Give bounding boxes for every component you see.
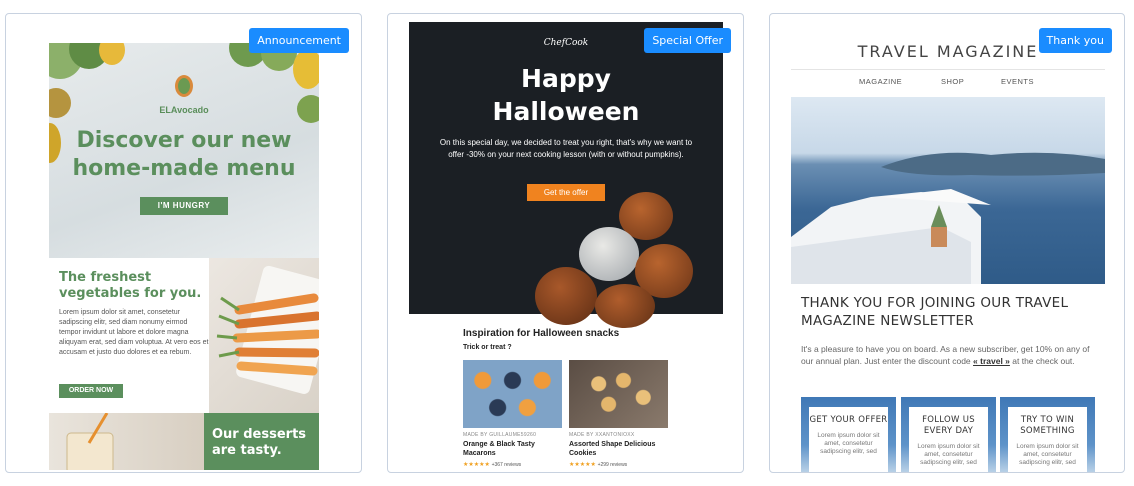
- divider: [791, 69, 1105, 70]
- nav-events-link[interactable]: EVENTS: [1001, 77, 1034, 86]
- hero-section: ELAvocado Discover our new home-made men…: [49, 43, 319, 258]
- tile-title: GET YOUR OFFER: [809, 415, 888, 425]
- nav-shop-link[interactable]: SHOP: [941, 77, 964, 86]
- section-subtitle: Trick or treat ?: [463, 344, 512, 351]
- im-hungry-button[interactable]: I'M HUNGRY: [140, 197, 228, 215]
- product-rating: ★★★★★ +367 reviews: [463, 461, 562, 468]
- category-badge: Thank you: [1038, 28, 1112, 53]
- body-text: Lorem ipsum dolor sit amet, consetetur s…: [59, 309, 209, 356]
- dessert-image: [49, 412, 204, 470]
- category-badge: Announcement: [249, 28, 349, 53]
- discount-code[interactable]: « travel »: [973, 356, 1010, 366]
- headline: THANK YOU FOR JOINING OUR TRAVEL MAGAZIN…: [801, 295, 1069, 329]
- hero-section: ChefCook Happy Halloween On this special…: [409, 22, 723, 328]
- product-author: MADE BY XXANTONIOXX: [569, 432, 635, 438]
- body-text: On this special day, we decided to treat…: [439, 138, 693, 159]
- category-badge: Special Offer: [644, 28, 731, 53]
- body-text: It's a pleasure to have you on board. As…: [801, 343, 1101, 367]
- tile-title: TRY TO WIN SOMETHING: [1020, 415, 1075, 436]
- brand-logo: ELAvocado: [159, 105, 209, 115]
- product-name[interactable]: Orange & Black Tasty Macarons: [463, 440, 562, 458]
- product-name[interactable]: Assorted Shape Delicious Cookies: [569, 440, 668, 458]
- review-count: +367 reviews: [491, 462, 522, 468]
- body-text-end: at the check out.: [1009, 356, 1075, 366]
- macarons-image: [463, 360, 562, 428]
- email-preview: ChefCook Happy Halloween On this special…: [409, 22, 723, 472]
- product-rating: ★★★★★ +299 reviews: [569, 461, 668, 468]
- email-preview: TRAVEL MAGAZINE MAGAZINE SHOP EVENTS THA…: [791, 22, 1105, 472]
- template-card-thank-you[interactable]: Thank you TRAVEL MAGAZINE MAGAZINE SHOP …: [769, 13, 1125, 473]
- star-icon: ★★★★★: [463, 462, 490, 468]
- headline: Happy Halloween: [492, 64, 640, 126]
- tile-text: Lorem ipsum dolor sit amet, consetetur s…: [917, 443, 980, 466]
- product-author: MADE BY GUILLAUME59260: [463, 432, 537, 438]
- feature-tile[interactable]: GET YOUR OFFER Lorem ipsum dolor sit amet…: [801, 397, 896, 472]
- get-the-offer-button[interactable]: Get the offer: [527, 184, 605, 201]
- vegetable-image: [99, 43, 125, 65]
- feature-tile[interactable]: FOLLOW US EVERY DAY Lorem ipsum dolor sit…: [901, 397, 996, 472]
- carrots-image: [209, 258, 319, 413]
- star-icon: ★★★★★: [569, 462, 596, 468]
- footer-section: Our desserts are tasty.: [49, 412, 319, 470]
- cookies-image: [569, 360, 668, 428]
- template-card-special-offer[interactable]: Special Offer ChefCook Happy Halloween O…: [387, 13, 744, 473]
- email-preview: ELAvocado Discover our new home-made men…: [49, 43, 319, 470]
- tile-text: Lorem ipsum dolor sit amet, consetetur s…: [1016, 443, 1079, 466]
- desserts-heading: Our desserts are tasty.: [204, 413, 319, 470]
- section-title: Inspiration for Halloween snacks: [463, 328, 620, 339]
- order-now-button[interactable]: ORDER NOW: [59, 384, 123, 398]
- subheadline: The freshest vegetables for you.: [59, 270, 202, 301]
- product-card[interactable]: MADE BY GUILLAUME59260 Orange & Black Ta…: [463, 360, 562, 468]
- tile-text: Lorem ipsum dolor sit amet, consetetur s…: [817, 432, 880, 455]
- headline: Discover our new home-made menu: [72, 128, 296, 181]
- template-card-announcement[interactable]: Announcement ELAvocado Discover our new …: [5, 13, 362, 473]
- review-count: +299 reviews: [597, 462, 628, 468]
- tile-title: FOLLOW US EVERY DAY: [922, 415, 975, 436]
- nav-magazine-link[interactable]: MAGAZINE: [859, 77, 902, 86]
- santorini-image: [791, 97, 1105, 284]
- avocado-logo-icon: [175, 75, 193, 97]
- product-card[interactable]: MADE BY XXANTONIOXX Assorted Shape Delic…: [569, 360, 668, 468]
- feature-tile[interactable]: TRY TO WIN SOMETHING Lorem ipsum dolor si…: [1000, 397, 1095, 472]
- vegetable-image: [293, 49, 319, 89]
- content-section: The freshest vegetables for you. Lorem i…: [49, 258, 319, 413]
